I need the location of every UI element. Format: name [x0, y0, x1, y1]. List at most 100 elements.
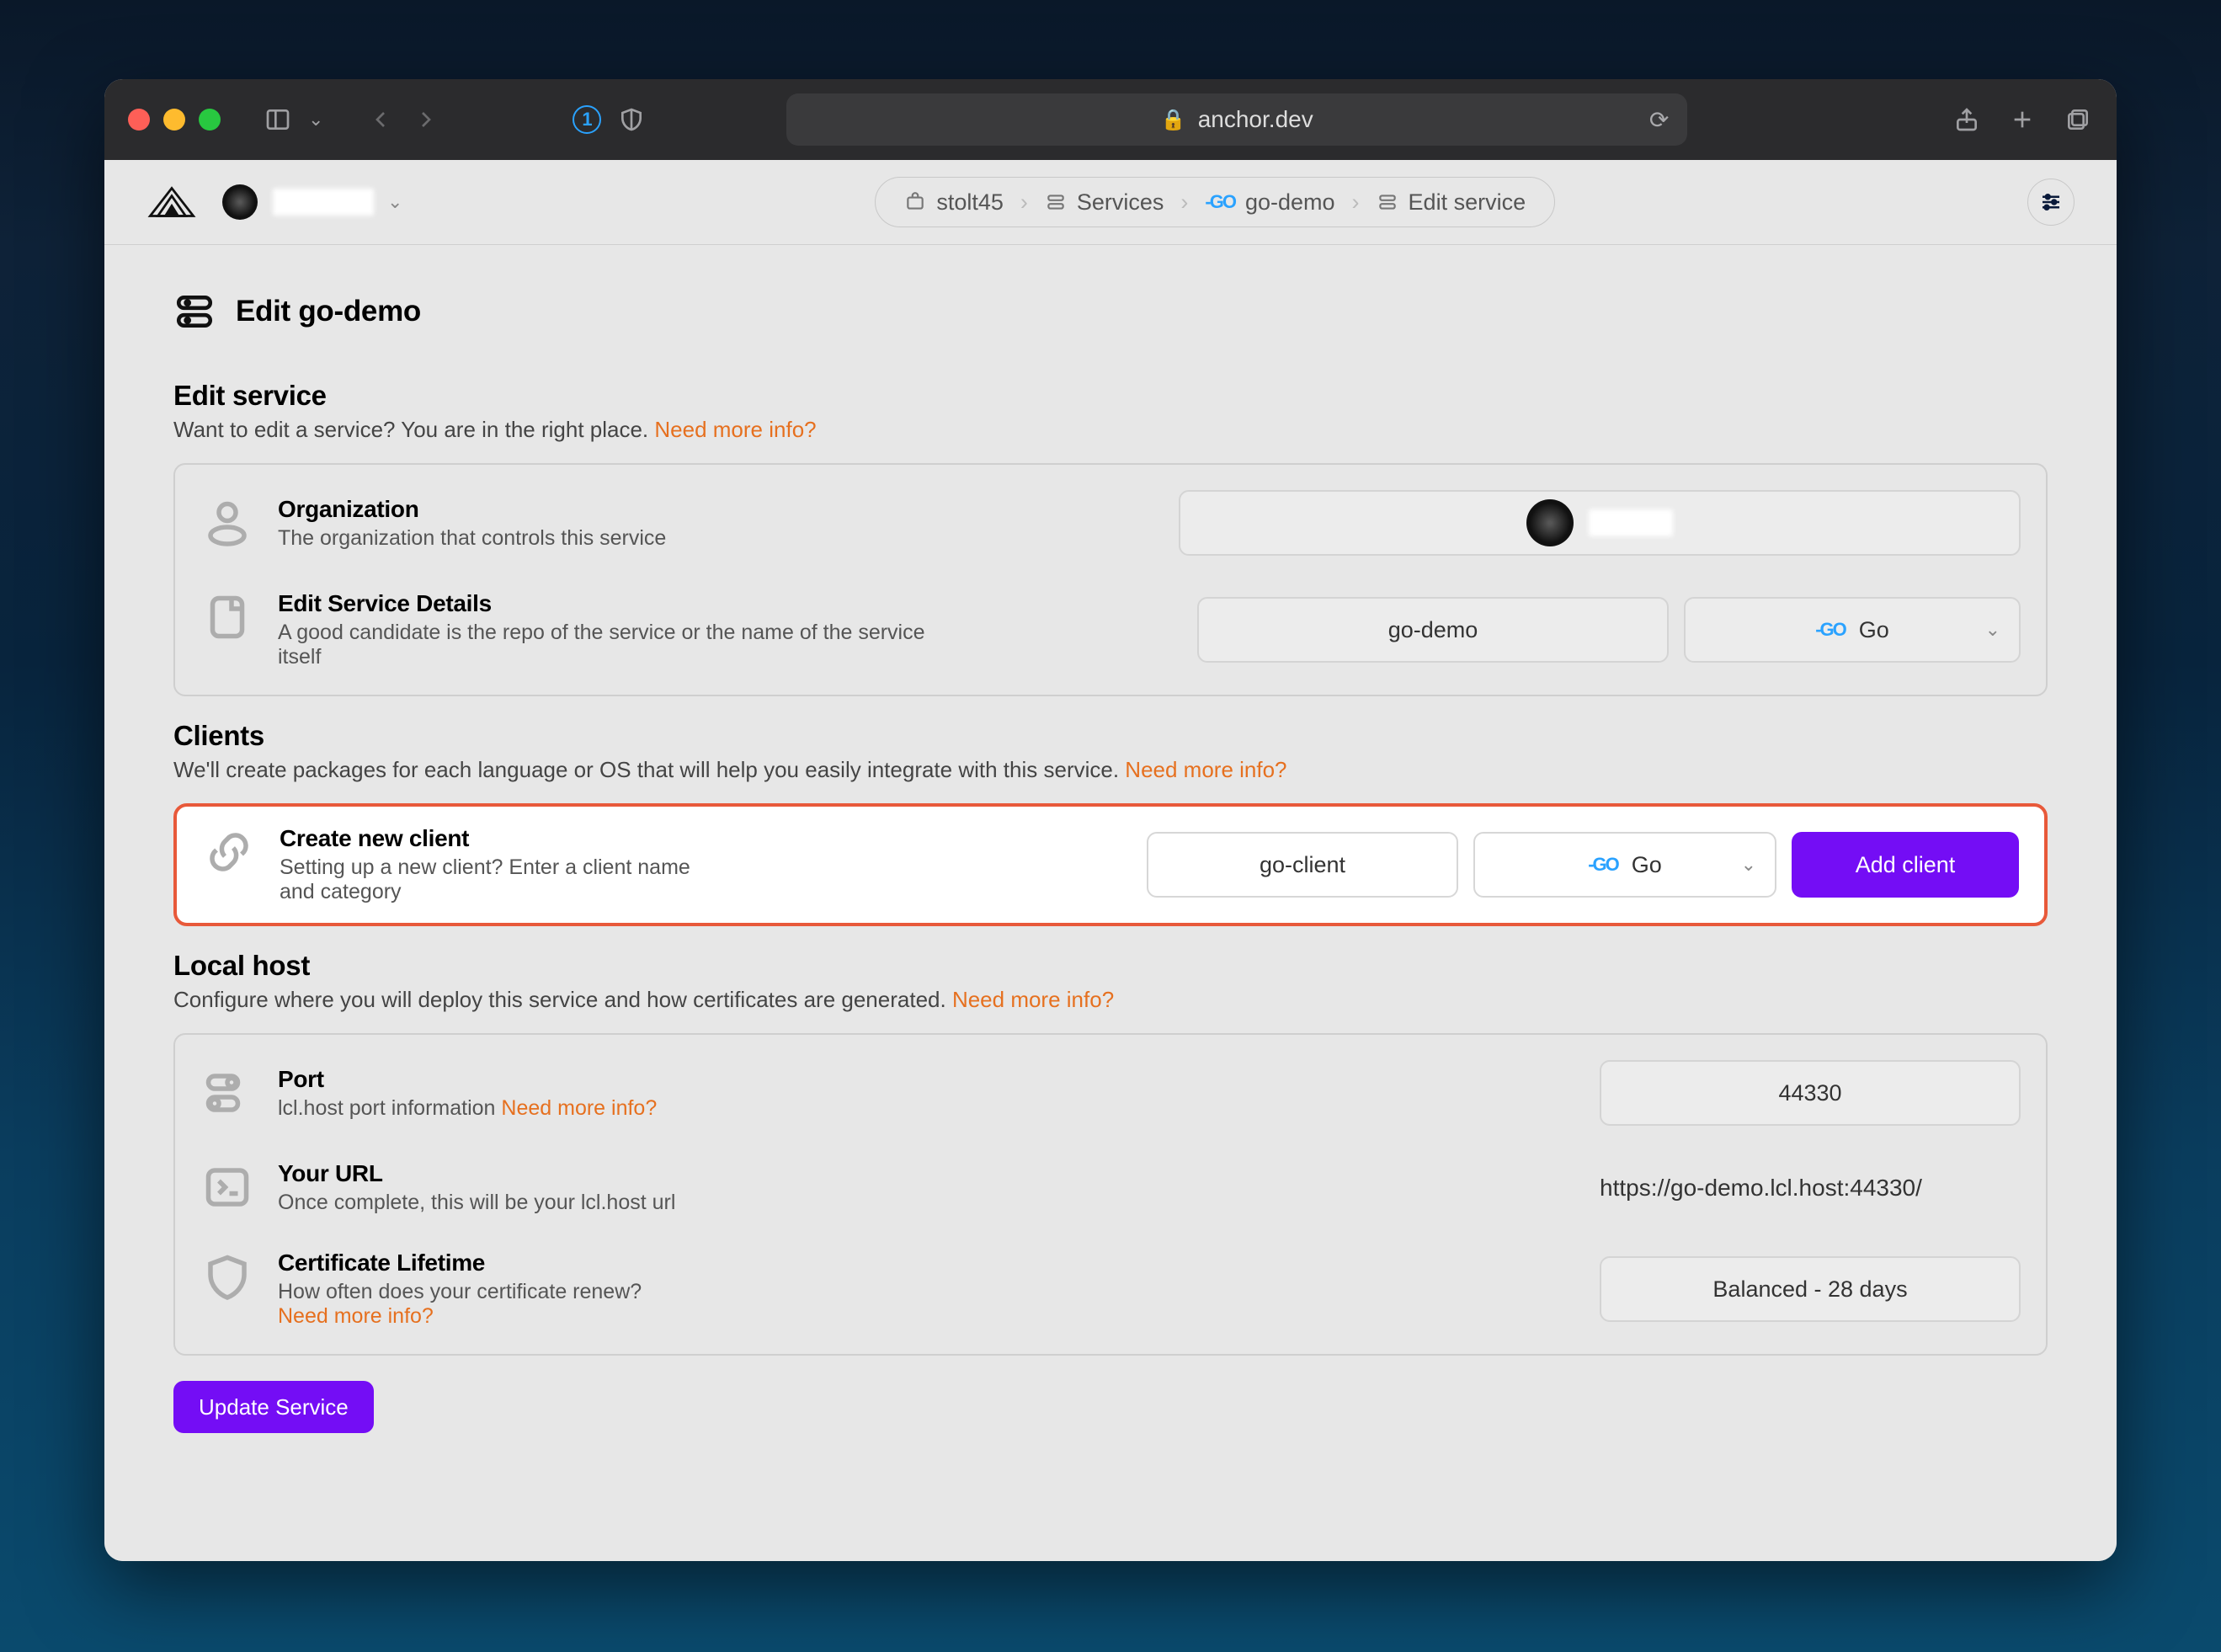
address-bar[interactable]: 🔒 anchor.dev ⟳ — [786, 93, 1687, 146]
link-icon — [202, 825, 256, 879]
crumb-app[interactable]: -GO go-demo — [1205, 189, 1334, 216]
service-name-input[interactable]: go-demo — [1197, 597, 1669, 663]
section-localhost: Local host Configure where you will depl… — [173, 950, 2048, 1433]
page-content: ⌄ stolt45 › Services › -GO go-demo › — [104, 160, 2117, 1561]
document-icon — [200, 590, 254, 644]
edit-service-more-info-link[interactable]: Need more info? — [654, 417, 816, 442]
details-label: Edit Service Details — [278, 590, 951, 617]
client-language-value: Go — [1632, 852, 1662, 878]
minimize-window-button[interactable] — [163, 109, 185, 131]
org-label: Organization — [278, 496, 666, 523]
create-client-desc: Setting up a new client? Enter a client … — [280, 855, 700, 904]
go-logo-icon: -GO — [1205, 191, 1235, 213]
service-url: https://go-demo.lcl.host:44330/ — [1600, 1175, 1922, 1202]
client-name-value: go-client — [1260, 852, 1345, 878]
cert-label: Certificate Lifetime — [278, 1250, 642, 1276]
sidebar-caret-icon[interactable]: ⌄ — [308, 109, 323, 131]
back-button[interactable] — [365, 104, 396, 135]
shield-icon — [200, 1250, 254, 1303]
section-edit-service: Edit service Want to edit a service? You… — [173, 380, 2048, 696]
edit-service-heading: Edit service — [173, 380, 2048, 412]
share-icon[interactable] — [1952, 104, 1982, 135]
create-client-card: Create new client Setting up a new clien… — [173, 803, 2048, 926]
user-name — [273, 189, 374, 216]
chevron-down-icon: ⌄ — [1985, 619, 2000, 641]
chevron-right-icon: › — [1020, 189, 1028, 216]
section-clients: Clients We'll create packages for each l… — [173, 720, 2048, 926]
forward-button[interactable] — [411, 104, 441, 135]
cert-lifetime-select[interactable]: Balanced - 28 days — [1600, 1256, 2021, 1322]
edit-service-card: Organization The organization that contr… — [173, 463, 2048, 696]
localhost-card: Port lcl.host port information Need more… — [173, 1033, 2048, 1356]
go-logo-icon: -GO — [1815, 619, 1846, 641]
organization-icon — [200, 496, 254, 550]
chevron-right-icon: › — [1352, 189, 1360, 216]
page-title: Edit go-demo — [236, 295, 421, 328]
service-stack-icon — [173, 290, 216, 333]
crumb-org-label: stolt45 — [936, 189, 1004, 216]
clients-heading: Clients — [173, 720, 2048, 752]
user-avatar[interactable] — [222, 184, 258, 220]
close-window-button[interactable] — [128, 109, 150, 131]
create-client-label: Create new client — [280, 825, 700, 852]
update-service-button[interactable]: Update Service — [173, 1381, 374, 1433]
lock-icon: 🔒 — [1161, 108, 1186, 132]
new-tab-icon[interactable] — [2007, 104, 2037, 135]
clients-more-info-link[interactable]: Need more info? — [1125, 757, 1286, 782]
clients-sub: We'll create packages for each language … — [173, 757, 1125, 782]
edit-service-sub: Want to edit a service? You are in the r… — [173, 417, 654, 442]
localhost-sub: Configure where you will deploy this ser… — [173, 987, 952, 1012]
page-title-row: Edit go-demo — [173, 290, 2048, 333]
org-avatar — [1526, 499, 1574, 546]
client-language-select[interactable]: -GO Go ⌄ — [1473, 832, 1776, 898]
terminal-icon — [200, 1160, 254, 1214]
organization-select[interactable] — [1179, 490, 2021, 556]
update-service-label: Update Service — [199, 1394, 349, 1420]
go-logo-icon: -GO — [1588, 854, 1618, 876]
browser-window: ⌄ 1 🔒 anchor.dev ⟳ — [104, 79, 2117, 1561]
service-name-value: go-demo — [1388, 617, 1478, 643]
add-client-button[interactable]: Add client — [1792, 832, 2019, 898]
port-more-info-link[interactable]: Need more info? — [501, 1096, 657, 1120]
app-header: ⌄ stolt45 › Services › -GO go-demo › — [104, 160, 2117, 245]
breadcrumb: stolt45 › Services › -GO go-demo › Edit … — [875, 177, 1555, 227]
org-desc: The organization that controls this serv… — [278, 526, 666, 551]
port-value: 44330 — [1778, 1080, 1841, 1106]
crumb-org[interactable]: stolt45 — [904, 189, 1004, 216]
crumb-services-label: Services — [1077, 189, 1164, 216]
url-label: Your URL — [278, 1160, 675, 1187]
traffic-lights — [128, 109, 221, 131]
org-name — [1589, 509, 1673, 536]
chevron-down-icon: ⌄ — [1741, 854, 1756, 876]
browser-toolbar: ⌄ 1 🔒 anchor.dev ⟳ — [104, 79, 2117, 160]
localhost-heading: Local host — [173, 950, 2048, 982]
toggles-icon — [200, 1066, 254, 1120]
user-menu-caret-icon[interactable]: ⌄ — [387, 191, 402, 213]
crumb-current: Edit service — [1377, 189, 1526, 216]
cert-more-info-link[interactable]: Need more info? — [278, 1304, 434, 1328]
url-desc: Once complete, this will be your lcl.hos… — [278, 1191, 675, 1215]
url-host: anchor.dev — [1198, 106, 1313, 133]
port-desc: lcl.host port information — [278, 1096, 501, 1120]
localhost-more-info-link[interactable]: Need more info? — [952, 987, 1114, 1012]
sidebar-toggle-icon[interactable] — [263, 104, 293, 135]
crumb-services[interactable]: Services — [1045, 189, 1164, 216]
crumb-app-label: go-demo — [1245, 189, 1335, 216]
settings-button[interactable] — [2027, 179, 2075, 226]
service-language-select[interactable]: -GO Go ⌄ — [1684, 597, 2021, 663]
service-language-value: Go — [1859, 617, 1889, 643]
anchor-logo[interactable] — [146, 184, 197, 221]
zoom-window-button[interactable] — [199, 109, 221, 131]
chevron-right-icon: › — [1180, 189, 1188, 216]
privacy-shield-icon[interactable] — [616, 104, 647, 135]
password-manager-icon[interactable]: 1 — [573, 105, 601, 134]
tabs-overview-icon[interactable] — [2063, 104, 2093, 135]
port-label: Port — [278, 1066, 657, 1093]
cert-lifetime-value: Balanced - 28 days — [1712, 1276, 1907, 1303]
details-desc: A good candidate is the repo of the serv… — [278, 621, 951, 669]
client-name-input[interactable]: go-client — [1147, 832, 1458, 898]
reload-icon[interactable]: ⟳ — [1649, 106, 1669, 134]
crumb-current-label: Edit service — [1409, 189, 1526, 216]
port-input[interactable]: 44330 — [1600, 1060, 2021, 1126]
cert-desc: How often does your certificate renew? — [278, 1280, 642, 1303]
